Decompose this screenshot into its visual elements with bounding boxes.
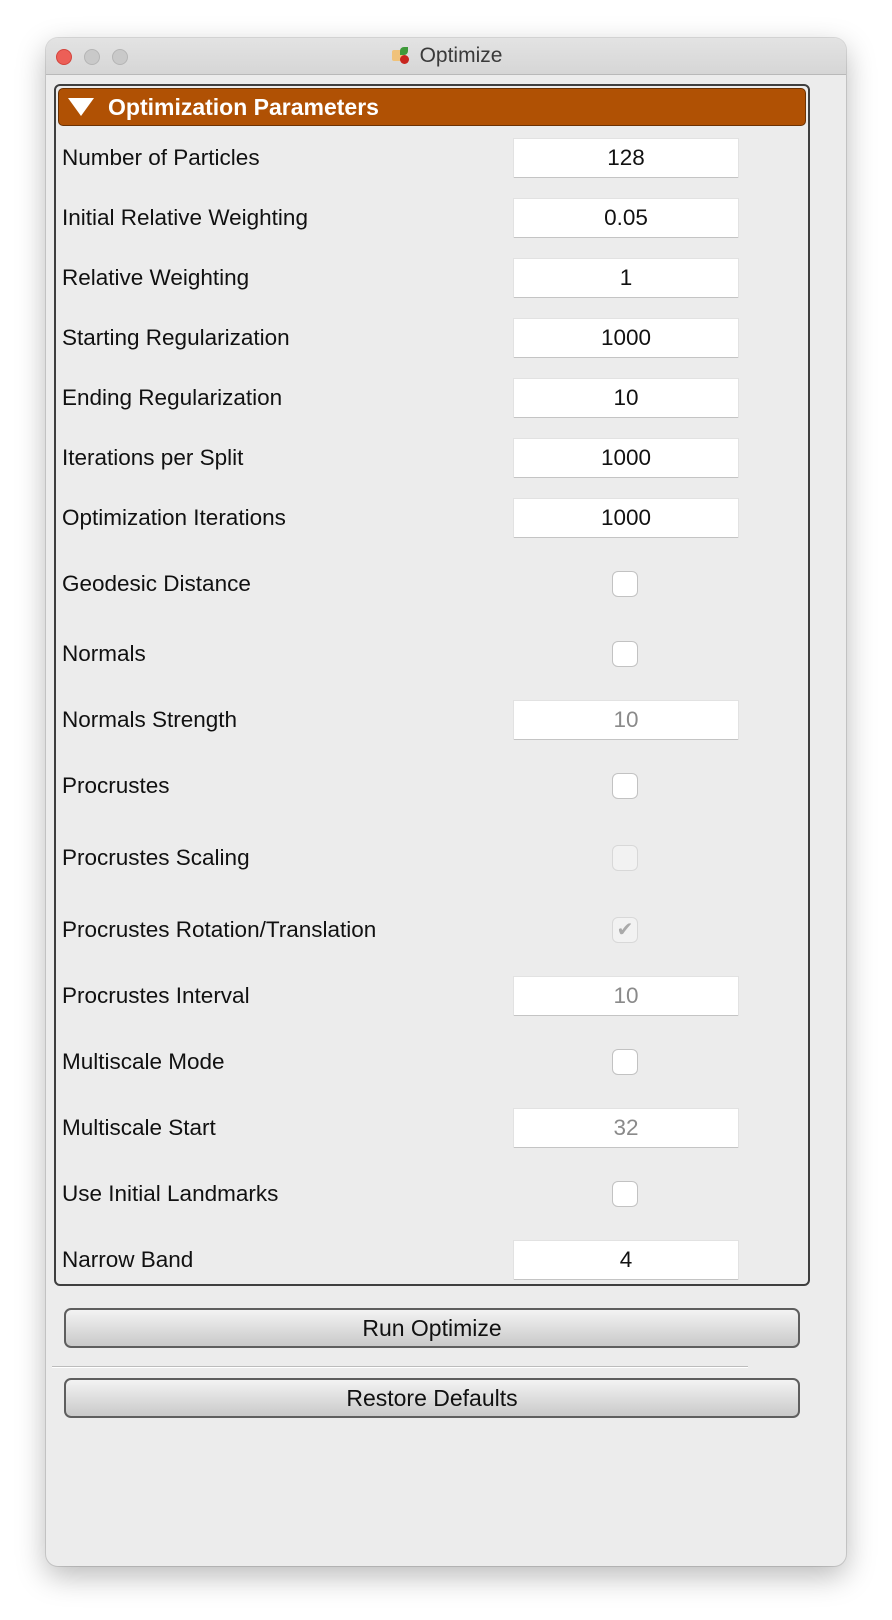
normals-checkbox[interactable] — [612, 641, 638, 667]
param-row-procrustes: Procrustes — [62, 766, 802, 806]
param-label: Number of Particles — [62, 145, 260, 170]
ending-regularization-input[interactable]: 10 — [514, 379, 738, 417]
param-label: Procrustes — [62, 773, 170, 798]
param-row-geodesic-distance: Geodesic Distance — [62, 564, 802, 604]
param-label: Starting Regularization — [62, 325, 290, 350]
use-initial-landmarks-checkbox[interactable] — [612, 1181, 638, 1207]
param-row-starting-regularization: Starting Regularization 1000 — [62, 318, 802, 358]
geodesic-distance-checkbox[interactable] — [612, 571, 638, 597]
multiscale-mode-checkbox[interactable] — [612, 1049, 638, 1075]
window-title-container: Optimize — [46, 38, 846, 74]
param-row-procrustes-interval: Procrustes Interval 10 — [62, 976, 802, 1016]
param-row-procrustes-scaling: Procrustes Scaling — [62, 838, 802, 878]
param-label: Procrustes Rotation/Translation — [62, 917, 377, 942]
param-row-relative-weighting: Relative Weighting 1 — [62, 258, 802, 298]
param-label: Narrow Band — [62, 1247, 194, 1272]
initial-relative-weighting-input[interactable]: 0.05 — [514, 199, 738, 237]
param-row-multiscale-start: Multiscale Start 32 — [62, 1108, 802, 1148]
param-row-narrow-band: Narrow Band 4 — [62, 1240, 802, 1280]
param-label: Procrustes Interval — [62, 983, 250, 1008]
param-row-ending-regularization: Ending Regularization 10 — [62, 378, 802, 418]
param-row-normals-strength: Normals Strength 10 — [62, 700, 802, 740]
starting-regularization-input[interactable]: 1000 — [514, 319, 738, 357]
normals-strength-input: 10 — [514, 701, 738, 739]
optimization-iterations-input[interactable]: 1000 — [514, 499, 738, 537]
restore-defaults-button[interactable]: Restore Defaults — [64, 1378, 800, 1418]
param-label: Normals Strength — [62, 707, 238, 732]
multiscale-start-input: 32 — [514, 1109, 738, 1147]
iterations-per-split-input[interactable]: 1000 — [514, 439, 738, 477]
procrustes-scaling-checkbox — [612, 845, 638, 871]
procrustes-rotation-translation-checkbox: ✔ — [612, 917, 638, 943]
relative-weighting-input[interactable]: 1 — [514, 259, 738, 297]
param-label: Iterations per Split — [62, 445, 244, 470]
procrustes-checkbox[interactable] — [612, 773, 638, 799]
param-label: Ending Regularization — [62, 385, 283, 410]
param-label: Use Initial Landmarks — [62, 1181, 279, 1206]
procrustes-interval-input: 10 — [514, 977, 738, 1015]
param-label: Geodesic Distance — [62, 571, 251, 596]
param-row-iterations-per-split: Iterations per Split 1000 — [62, 438, 802, 478]
param-row-multiscale-mode: Multiscale Mode — [62, 1042, 802, 1082]
title-bar[interactable]: Optimize — [46, 38, 846, 75]
param-label: Procrustes Scaling — [62, 845, 250, 870]
param-label: Multiscale Start — [62, 1115, 216, 1140]
param-row-optimization-iterations: Optimization Iterations 1000 — [62, 498, 802, 538]
optimize-window: Optimize Optimization Parameters Number … — [46, 38, 846, 1566]
window-title: Optimize — [419, 44, 503, 67]
optimization-parameters-group: Optimization Parameters Number of Partic… — [54, 84, 810, 1286]
param-label: Relative Weighting — [62, 265, 250, 290]
number-of-particles-input[interactable]: 128 — [514, 139, 738, 177]
param-label: Normals — [62, 641, 146, 666]
param-row-initial-relative-weighting: Initial Relative Weighting 0.05 — [62, 198, 802, 238]
param-row-normals: Normals — [62, 634, 802, 674]
param-row-procrustes-rotation-translation: Procrustes Rotation/Translation ✔ — [62, 910, 802, 950]
run-optimize-button[interactable]: Run Optimize — [64, 1308, 800, 1348]
expand-triangle-icon[interactable] — [68, 98, 94, 116]
param-row-number-of-particles: Number of Particles 128 — [62, 138, 802, 178]
param-label: Optimization Iterations — [62, 505, 286, 530]
checkmark-icon: ✔ — [616, 919, 634, 941]
param-label: Initial Relative Weighting — [62, 205, 308, 230]
separator — [52, 1366, 748, 1368]
app-icon — [390, 46, 414, 66]
narrow-band-input[interactable]: 4 — [514, 1241, 738, 1279]
group-title: Optimization Parameters — [108, 93, 379, 120]
param-label: Multiscale Mode — [62, 1049, 225, 1074]
optimization-parameters-header[interactable]: Optimization Parameters — [58, 88, 806, 126]
param-row-use-initial-landmarks: Use Initial Landmarks — [62, 1174, 802, 1214]
